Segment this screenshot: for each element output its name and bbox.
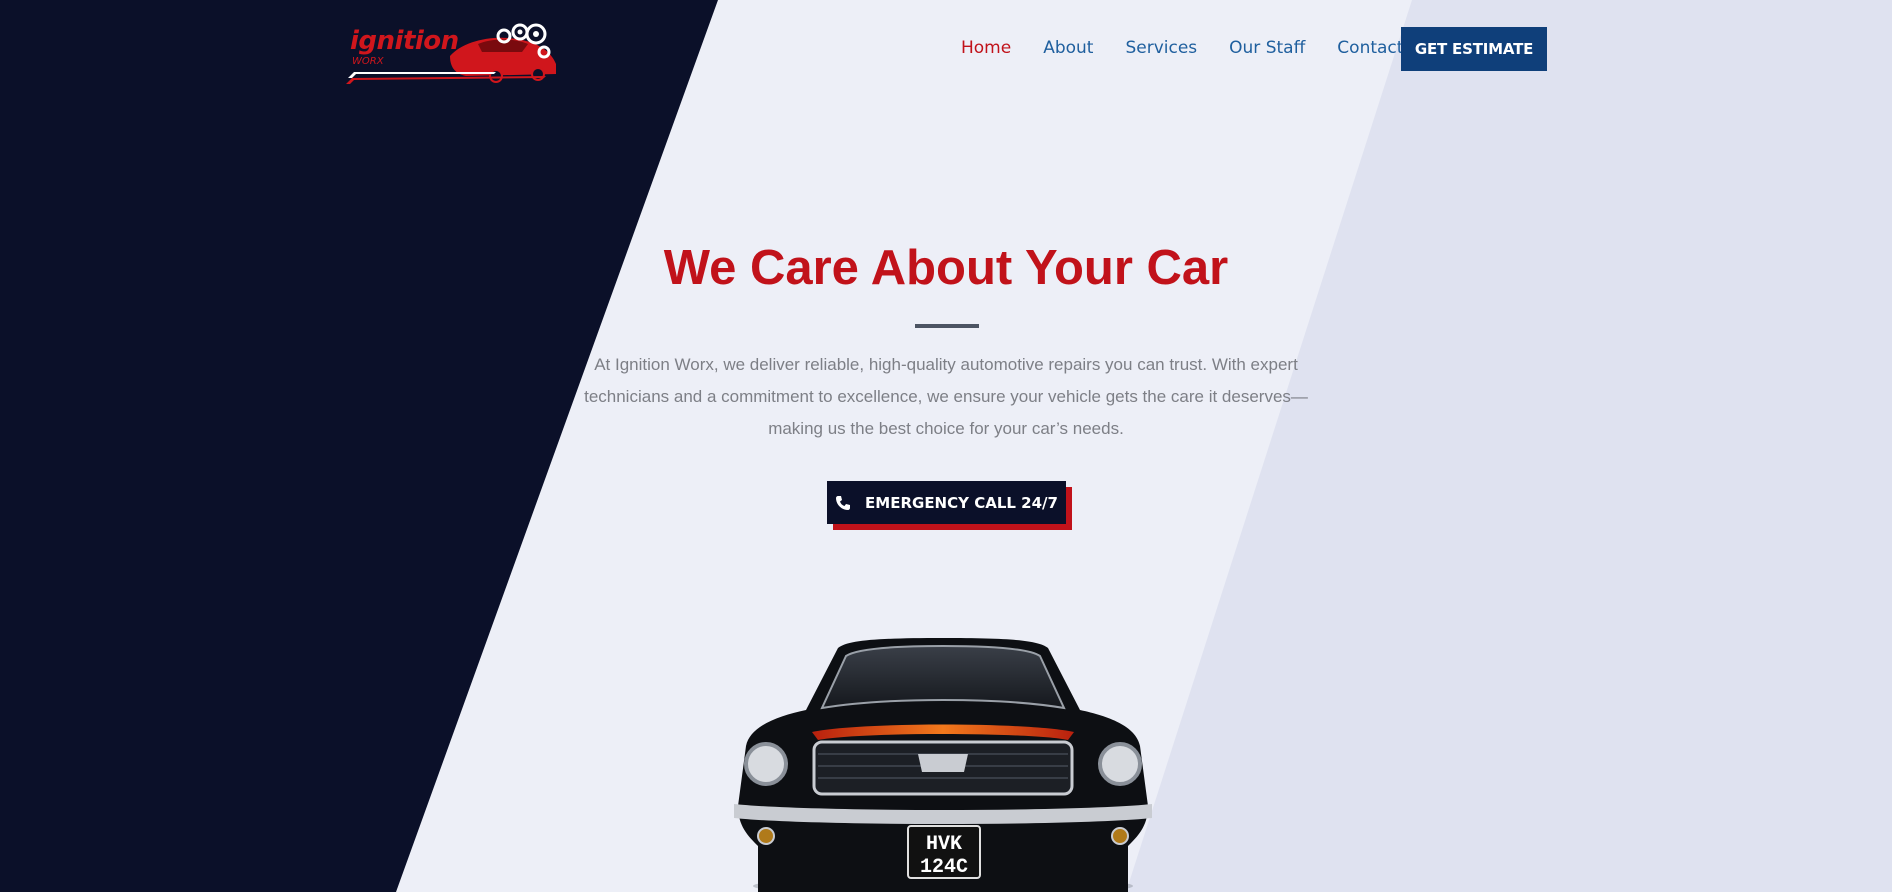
- emergency-call-button[interactable]: EMERGENCY CALL 24/7: [827, 481, 1066, 524]
- page: ignition WORX Home About Services Our St…: [0, 0, 1892, 892]
- car-plate-line-2: 124C: [920, 856, 968, 879]
- get-estimate-button[interactable]: GET ESTIMATE: [1401, 27, 1547, 71]
- emergency-call-button-wrap: EMERGENCY CALL 24/7: [827, 481, 1072, 530]
- phone-icon: [836, 495, 851, 510]
- hero-divider: [915, 324, 979, 328]
- nav-item-home[interactable]: Home: [961, 38, 1011, 58]
- hero-title: We Care About Your Car: [663, 241, 1229, 295]
- nav-item-services[interactable]: Services: [1125, 38, 1197, 58]
- logo-wordmark: ignition: [350, 26, 459, 56]
- nav-item-our-staff[interactable]: Our Staff: [1229, 38, 1305, 58]
- logo[interactable]: ignition WORX: [346, 20, 560, 86]
- logo-subtext: WORX: [352, 56, 384, 67]
- car-image: HVK 124C: [734, 638, 1152, 892]
- nav-item-contact[interactable]: Contact: [1337, 38, 1403, 58]
- hero-description: At Ignition Worx, we deliver reliable, h…: [584, 355, 1308, 438]
- nav-item-about[interactable]: About: [1043, 38, 1093, 58]
- emergency-call-label: EMERGENCY CALL 24/7: [865, 493, 1058, 512]
- main-nav: Home About Services Our Staff Contact: [961, 38, 1435, 58]
- car-plate-line-1: HVK: [926, 833, 962, 856]
